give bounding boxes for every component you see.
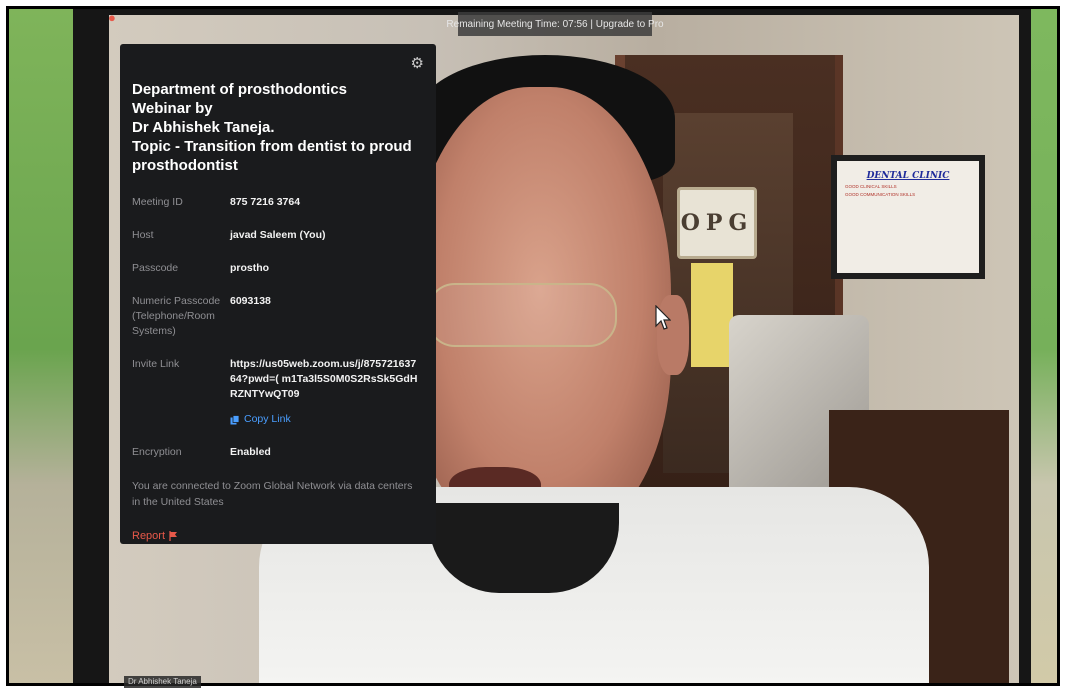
numeric-passcode-row: Numeric Passcode (Telephone/Room Systems…: [132, 294, 420, 339]
invite-link-row: Invite Link https://us05web.zoom.us/j/87…: [132, 357, 420, 427]
report-button[interactable]: Report: [132, 530, 420, 542]
zoom-logo-icon: ●: [108, 10, 116, 25]
network-note: You are connected to Zoom Global Network…: [132, 480, 413, 508]
mouse-cursor-icon: [655, 305, 671, 330]
report-label: Report: [132, 530, 166, 542]
wall-frame-poster: DENTAL CLINIC GOOD CLINICAL SKILLS GOOD …: [831, 155, 985, 279]
encryption-label: Encryption: [132, 446, 182, 458]
passcode-value: prostho: [230, 262, 270, 274]
host-row: Host javad Saleem (You): [132, 228, 420, 243]
invite-link-label: Invite Link: [132, 358, 180, 370]
host-label: Host: [132, 229, 154, 241]
meeting-info-panel: ⚙ Department of prosthodontics Webinar b…: [120, 44, 436, 544]
passcode-label: Passcode: [132, 262, 179, 274]
copy-link-icon: [230, 414, 240, 424]
copy-link-button[interactable]: Copy Link: [230, 412, 420, 427]
invite-link-value-block: https://us05web.zoom.us/j/87572163764?pw…: [230, 357, 420, 427]
invite-link-url[interactable]: https://us05web.zoom.us/j/87572163764?pw…: [230, 357, 420, 402]
meeting-id-row: Meeting ID 875 7216 3764: [132, 195, 420, 210]
meeting-id-value: 875 7216 3764: [230, 196, 301, 208]
encryption-row: Encryption Enabled: [132, 445, 420, 460]
report-flag-icon: [169, 531, 178, 541]
numeric-passcode-label: Numeric Passcode (Telephone/Room Systems…: [132, 295, 221, 337]
numeric-passcode-value: 6093138: [230, 295, 271, 307]
passcode-row: Passcode prostho: [132, 261, 420, 276]
person-glasses: [427, 283, 617, 347]
note-paper: [691, 263, 733, 367]
meeting-title: Department of prosthodontics Webinar by …: [132, 81, 412, 174]
meeting-id-label: Meeting ID: [132, 196, 183, 208]
copy-link-label: Copy Link: [244, 413, 291, 425]
opg-sign: OPG: [677, 187, 757, 259]
remaining-time-banner[interactable]: Remaining Meeting Time: 07:56 | Upgrade …: [446, 12, 664, 36]
wall-frame-inner: DENTAL CLINIC GOOD CLINICAL SKILLS GOOD …: [837, 161, 979, 273]
encryption-value: Enabled: [230, 446, 271, 458]
wall-frame-line: GOOD COMMUNICATION SKILLS: [845, 192, 916, 197]
settings-gear-icon[interactable]: ⚙: [411, 54, 424, 72]
wall-frame-title: DENTAL CLINIC: [866, 171, 950, 181]
wall-frame-line: GOOD CLINICAL SKILLS: [845, 184, 897, 189]
participant-name-tag: Dr Abhishek Taneja: [124, 676, 201, 688]
host-value: javad Saleem (You): [230, 229, 326, 241]
